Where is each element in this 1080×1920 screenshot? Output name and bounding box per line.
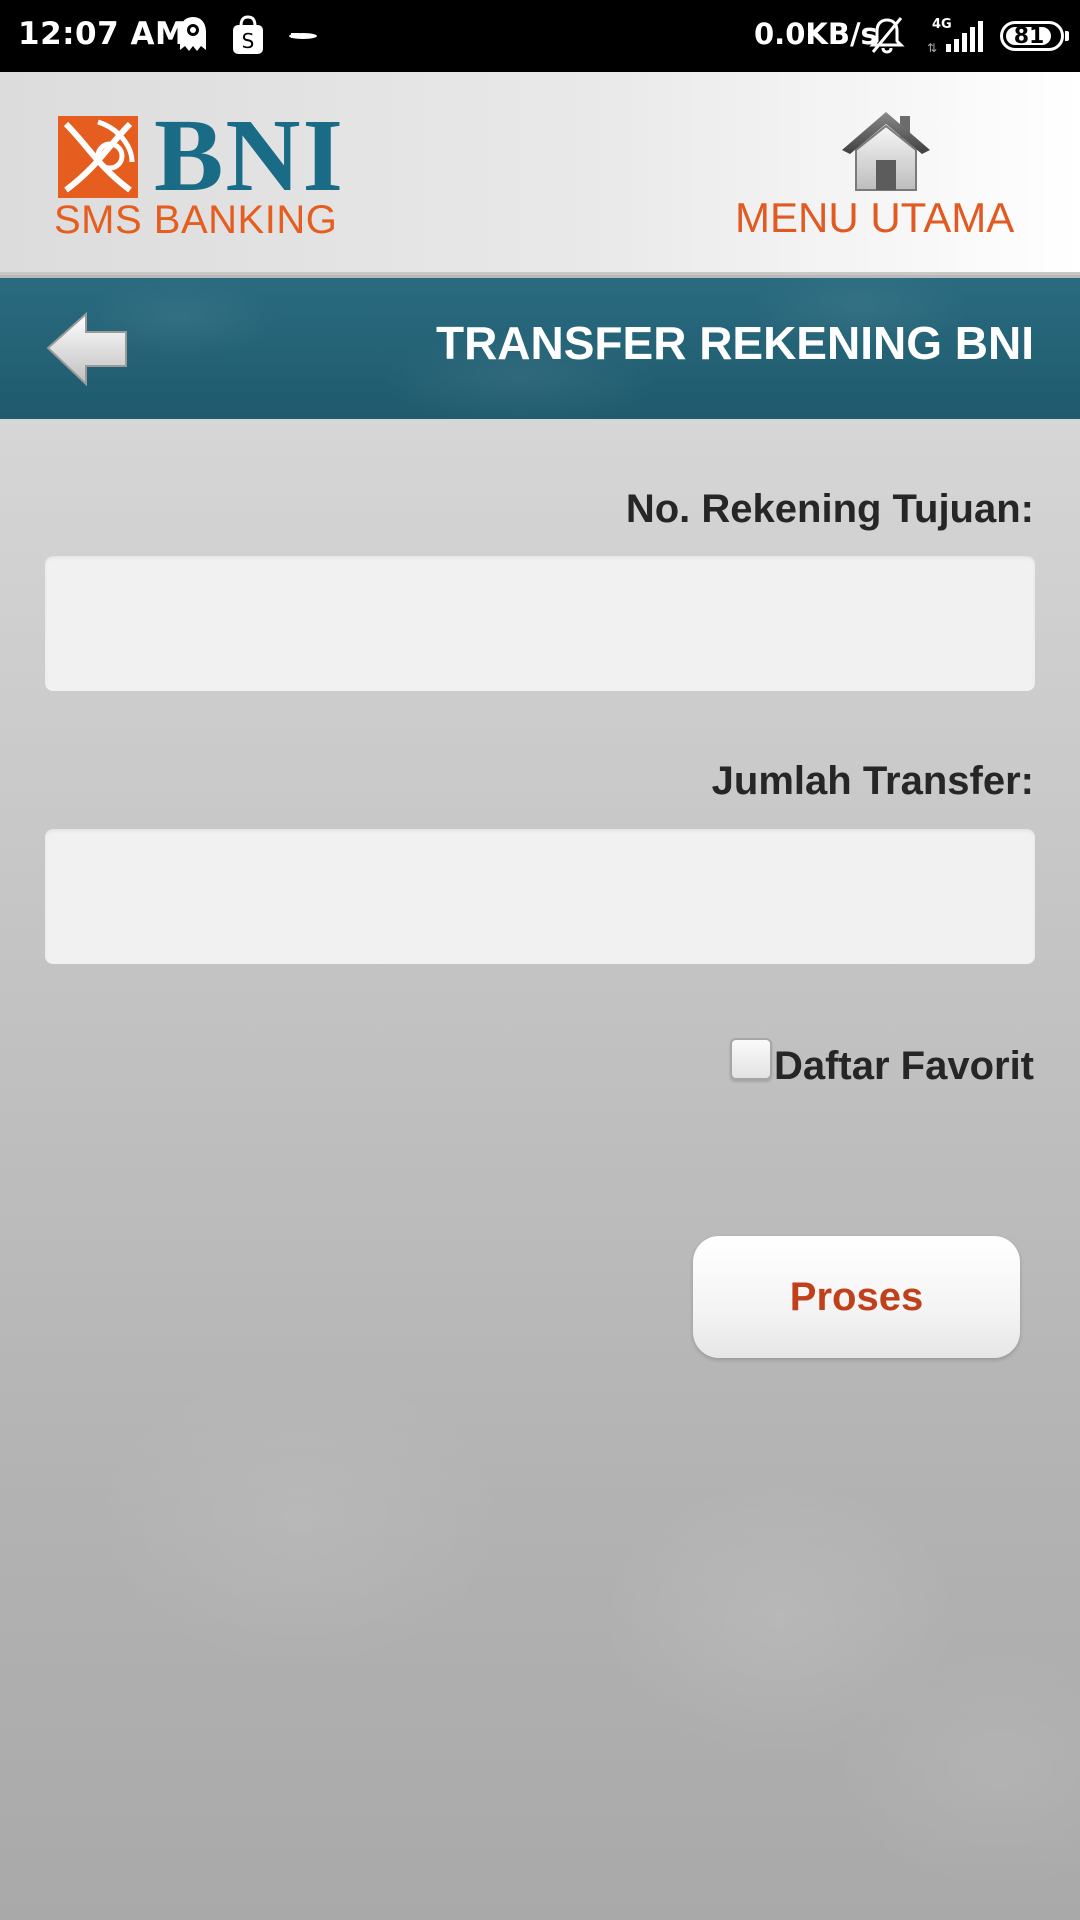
notification-app-icon: [180, 17, 206, 51]
title-bar: TRANSFER REKENING BNI: [0, 278, 1080, 419]
main-menu-label: MENU UTAMA: [735, 194, 1015, 241]
favorite-label[interactable]: Daftar Favorit: [774, 1044, 1034, 1089]
favorite-checkbox[interactable]: [729, 1038, 772, 1080]
battery-nub: [1065, 31, 1069, 41]
account-number-input[interactable]: [45, 556, 1035, 691]
process-button[interactable]: Proses: [693, 1236, 1020, 1358]
bni-logo: BNI SMS BANKING: [54, 104, 354, 243]
app-header: BNI SMS BANKING MENU UTAMA: [0, 72, 1080, 275]
status-bar: 12:07 AM S 0.0KB/s 4G ⇅ 81: [0, 0, 1080, 72]
svg-text:⇅: ⇅: [927, 41, 937, 55]
page-title: TRANSFER REKENING BNI: [435, 317, 1034, 369]
battery-icon: 81: [1000, 21, 1069, 51]
transfer-amount-input[interactable]: [45, 829, 1035, 964]
account-number-label: No. Rekening Tujuan:: [625, 487, 1034, 531]
signal-icon: 4G ⇅: [927, 17, 983, 55]
favorite-checkbox-row[interactable]: Daftar Favorit: [729, 1038, 1034, 1093]
status-time: 12:07 AM: [18, 16, 187, 52]
network-speed: 0.0KB/s: [754, 17, 878, 51]
network-type: 4G: [932, 17, 952, 32]
transfer-form: No. Rekening Tujuan: Jumlah Transfer: Da…: [0, 419, 1080, 1920]
svg-text:S: S: [242, 29, 255, 53]
main-menu-button[interactable]: MENU UTAMA: [730, 108, 1040, 241]
logo-subtitle: SMS BANKING: [54, 198, 338, 242]
battery-level: 81: [1013, 23, 1045, 49]
bni-logo-mark-icon: [58, 116, 138, 198]
home-icon: [842, 112, 930, 191]
logo-bni-text: BNI: [154, 98, 345, 213]
shopping-bag-icon: S: [233, 15, 263, 54]
transfer-amount-label: Jumlah Transfer:: [711, 759, 1034, 803]
mute-bell-icon: [869, 17, 905, 54]
back-arrow-icon[interactable]: [44, 308, 130, 390]
small-app-icon: [289, 33, 317, 39]
